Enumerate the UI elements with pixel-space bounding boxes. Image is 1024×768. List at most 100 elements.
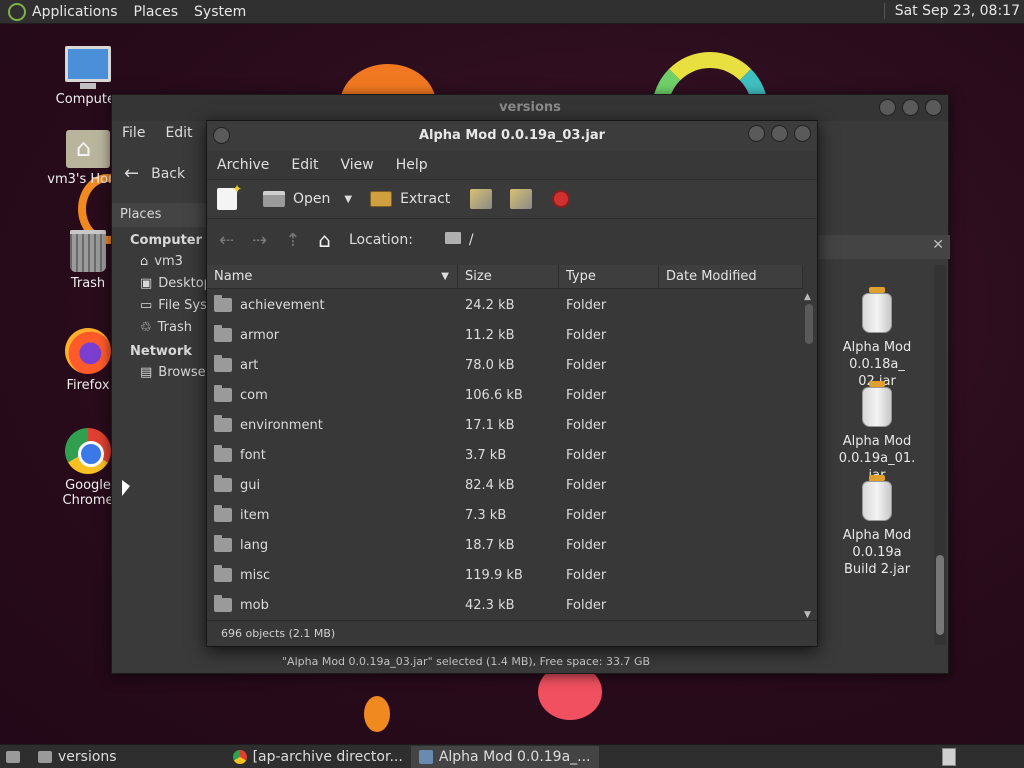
open-dropdown-icon[interactable]: ▼ <box>344 194 352 205</box>
menu-help[interactable]: Help <box>396 157 428 173</box>
sidebar-item-browse-network[interactable]: ▤ Browse Network <box>112 363 208 385</box>
extract-icon <box>370 191 393 207</box>
table-row[interactable]: mob 42.3 kB Folder <box>207 590 803 620</box>
table-row[interactable]: gui 82.4 kB Folder <box>207 470 803 500</box>
folder-icon <box>214 565 232 582</box>
close-button[interactable] <box>925 99 942 116</box>
window-menu-button[interactable] <box>213 127 230 144</box>
table-row[interactable]: item 7.3 kB Folder <box>207 500 803 530</box>
cell-size: 17.1 kB <box>465 417 515 433</box>
table-row[interactable]: misc 119.9 kB Folder <box>207 560 803 590</box>
taskbar-item-versions[interactable]: versions <box>30 746 125 768</box>
maximize-button[interactable] <box>771 125 788 142</box>
show-desktop-icon[interactable] <box>6 750 20 763</box>
cell-name-text: gui <box>240 477 261 493</box>
close-button[interactable] <box>794 125 811 142</box>
taskbar-item-chrome[interactable]: [ap-archive director... <box>225 746 411 768</box>
table-row[interactable]: armor 11.2 kB Folder <box>207 320 803 350</box>
column-header-date[interactable]: Date Modified <box>659 265 803 288</box>
column-header-size[interactable]: Size <box>458 265 559 288</box>
minimize-button[interactable] <box>748 125 765 142</box>
extract-button[interactable]: Extract <box>370 191 450 207</box>
sidebar-item-trash[interactable]: ♲ Trash <box>112 318 208 340</box>
chrome-icon <box>232 749 247 764</box>
table-row[interactable]: art 78.0 kB Folder <box>207 350 803 380</box>
network-icon: ▤ <box>140 365 153 380</box>
table-row[interactable]: lang 18.7 kB Folder <box>207 530 803 560</box>
forward-arrow-icon[interactable]: ⇢ <box>252 230 267 251</box>
back-arrow-icon[interactable]: ⇠ <box>219 230 234 251</box>
taskbar-item-label: versions <box>58 748 117 765</box>
cell-name-text: armor <box>240 327 280 343</box>
folder-icon <box>444 232 461 244</box>
sidebar-item-vm3[interactable]: ⌂ vm3 <box>112 252 208 274</box>
minimize-button[interactable] <box>879 99 896 116</box>
cell-size: 24.2 kB <box>465 297 515 313</box>
taskbar-item-label: [ap-archive director... <box>252 748 403 765</box>
cell-name-text: art <box>240 357 259 373</box>
cell-size: 78.0 kB <box>465 357 515 373</box>
sort-descending-icon: ▼ <box>441 271 449 282</box>
home-icon[interactable]: ⌂ <box>318 228 331 252</box>
location-field[interactable]: / <box>444 232 474 248</box>
window-controls <box>879 99 942 116</box>
cell-type: Folder <box>566 387 607 403</box>
folder-icon <box>214 445 232 462</box>
back-button[interactable]: ← Back <box>124 163 185 184</box>
table-row[interactable]: achievement 24.2 kB Folder <box>207 290 803 320</box>
file-label: Alpha Mod 0.0.19a_01. <box>838 434 916 466</box>
open-button[interactable]: Open <box>263 191 330 207</box>
menu-edit[interactable]: Edit <box>291 157 318 173</box>
scrollbar-thumb[interactable] <box>936 555 944 635</box>
menu-file[interactable]: File <box>122 125 145 141</box>
back-arrow-icon: ← <box>124 163 140 184</box>
trash-applet-icon[interactable] <box>942 748 956 766</box>
sidebar-item-desktop[interactable]: ▣ Desktop <box>112 274 208 296</box>
distro-logo-icon[interactable] <box>8 2 26 21</box>
table-row[interactable]: com 106.6 kB Folder <box>207 380 803 410</box>
window-title[interactable]: versions <box>112 95 948 121</box>
file-item[interactable]: Alpha Mod 0.0.18a_ 02.jar <box>818 287 936 390</box>
cell-size: 11.2 kB <box>465 327 515 343</box>
new-archive-icon[interactable] <box>217 182 242 210</box>
status-bar: "Alpha Mod 0.0.19a_03.jar" selected (1.4… <box>282 655 651 668</box>
close-tab-icon[interactable]: ✕ <box>932 237 944 253</box>
sidebar-item-filesystem[interactable]: ▭ File System <box>112 296 208 318</box>
scroll-up-icon[interactable]: ▲ <box>804 292 811 302</box>
column-header-type[interactable]: Type <box>559 265 659 288</box>
maximize-button[interactable] <box>902 99 919 116</box>
add-folder-icon[interactable] <box>510 189 533 209</box>
taskbar-item-archive[interactable]: Alpha Mod 0.0.19a_... <box>410 745 599 768</box>
table-row[interactable]: environment 17.1 kB Folder <box>207 410 803 440</box>
scrollbar[interactable]: ▲ ▼ <box>803 290 815 620</box>
stop-icon[interactable] <box>552 190 571 208</box>
menu-view[interactable]: View <box>341 157 374 173</box>
cell-name: mob <box>207 595 458 613</box>
add-files-icon[interactable] <box>470 189 493 209</box>
places-dropdown[interactable]: Places <box>112 203 208 227</box>
scrollbar-thumb[interactable] <box>805 304 813 344</box>
archive-manager-window[interactable]: Alpha Mod 0.0.19a_03.jar Archive Edit Vi… <box>206 120 818 647</box>
cell-name-text: item <box>240 507 270 523</box>
table-row[interactable]: font 3.7 kB Folder <box>207 440 803 470</box>
trash-icon <box>70 230 106 272</box>
menu-archive[interactable]: Archive <box>217 157 269 173</box>
column-header-name[interactable]: Name ▼ <box>207 265 458 288</box>
cell-name: art <box>207 355 458 373</box>
file-list: achievement 24.2 kB Folder armor 11.2 kB Fold… <box>207 290 803 620</box>
bottom-panel: versions [ap-archive director... Alpha M… <box>0 744 1024 768</box>
file-item[interactable]: Alpha Mod 0.0.19a_01. jar <box>818 381 936 484</box>
scroll-down-icon[interactable]: ▼ <box>804 610 811 620</box>
cell-name: com <box>207 385 458 403</box>
column-header-label: Name <box>214 269 253 284</box>
up-arrow-icon[interactable]: ⇡ <box>285 230 300 251</box>
system-menu[interactable]: System <box>194 4 246 20</box>
scrollbar[interactable] <box>934 265 946 645</box>
applications-menu[interactable]: Applications <box>32 4 118 20</box>
taskbar-item-label: Alpha Mod 0.0.19a_... <box>438 748 591 765</box>
window-titlebar[interactable]: Alpha Mod 0.0.19a_03.jar <box>207 121 817 151</box>
menu-edit[interactable]: Edit <box>165 125 192 141</box>
places-menu[interactable]: Places <box>134 4 179 20</box>
clock[interactable]: Sat Sep 23, 08:17 <box>883 3 1020 19</box>
file-item[interactable]: Alpha Mod 0.0.19a Build 2.jar <box>818 475 936 578</box>
